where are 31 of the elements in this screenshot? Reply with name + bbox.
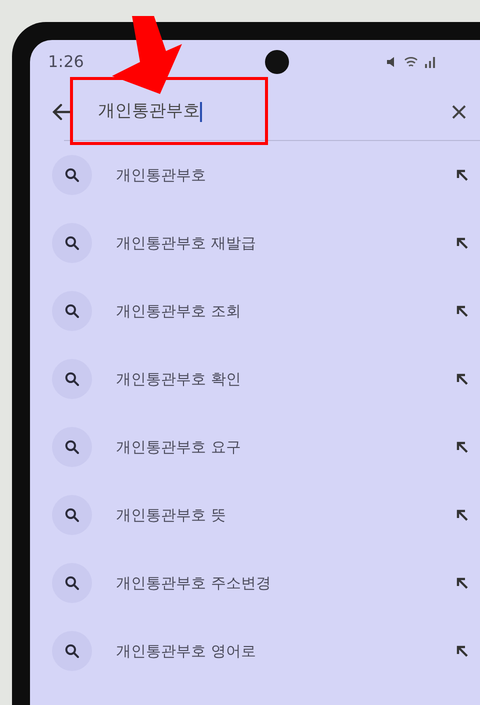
- search-icon: [64, 507, 80, 523]
- suggestion-text[interactable]: 개인통관부호 재발급: [116, 232, 256, 254]
- search-field[interactable]: 개인통관부호: [98, 99, 202, 125]
- signal-icon: [424, 56, 436, 68]
- back-arrow-icon[interactable]: [52, 103, 72, 121]
- fill-arrow-icon[interactable]: [456, 237, 468, 249]
- fill-arrow-icon[interactable]: [456, 577, 468, 589]
- suggestion-text[interactable]: 개인통관부호: [116, 164, 206, 186]
- search-icon: [64, 371, 80, 387]
- search-icon: [64, 439, 80, 455]
- fill-arrow-icon[interactable]: [456, 305, 468, 317]
- search-icon: [64, 643, 80, 659]
- suggestion-text[interactable]: 개인통관부호 요구: [116, 436, 241, 458]
- suggestion-text[interactable]: 개인통관부호 조회: [116, 300, 241, 322]
- close-icon[interactable]: [452, 105, 466, 119]
- search-icon: [64, 575, 80, 591]
- search-icon: [64, 303, 80, 319]
- search-icon: [64, 167, 80, 183]
- suggestion-text[interactable]: 개인통관부호 영어로: [116, 640, 256, 662]
- suggestion-text[interactable]: 개인통관부호 주소변경: [116, 572, 271, 594]
- search-icon: [64, 235, 80, 251]
- status-time: 1:26: [48, 51, 84, 73]
- suggestion-text[interactable]: 개인통관부호 확인: [116, 368, 241, 390]
- camera-hole: [265, 50, 289, 74]
- wifi-icon: [404, 56, 418, 68]
- suggestion-text[interactable]: 개인통관부호 뜻: [116, 504, 226, 526]
- fill-arrow-icon[interactable]: [456, 441, 468, 453]
- fill-arrow-icon[interactable]: [456, 373, 468, 385]
- fill-arrow-icon[interactable]: [456, 509, 468, 521]
- fill-arrow-icon[interactable]: [456, 645, 468, 657]
- fill-arrow-icon[interactable]: [456, 169, 468, 181]
